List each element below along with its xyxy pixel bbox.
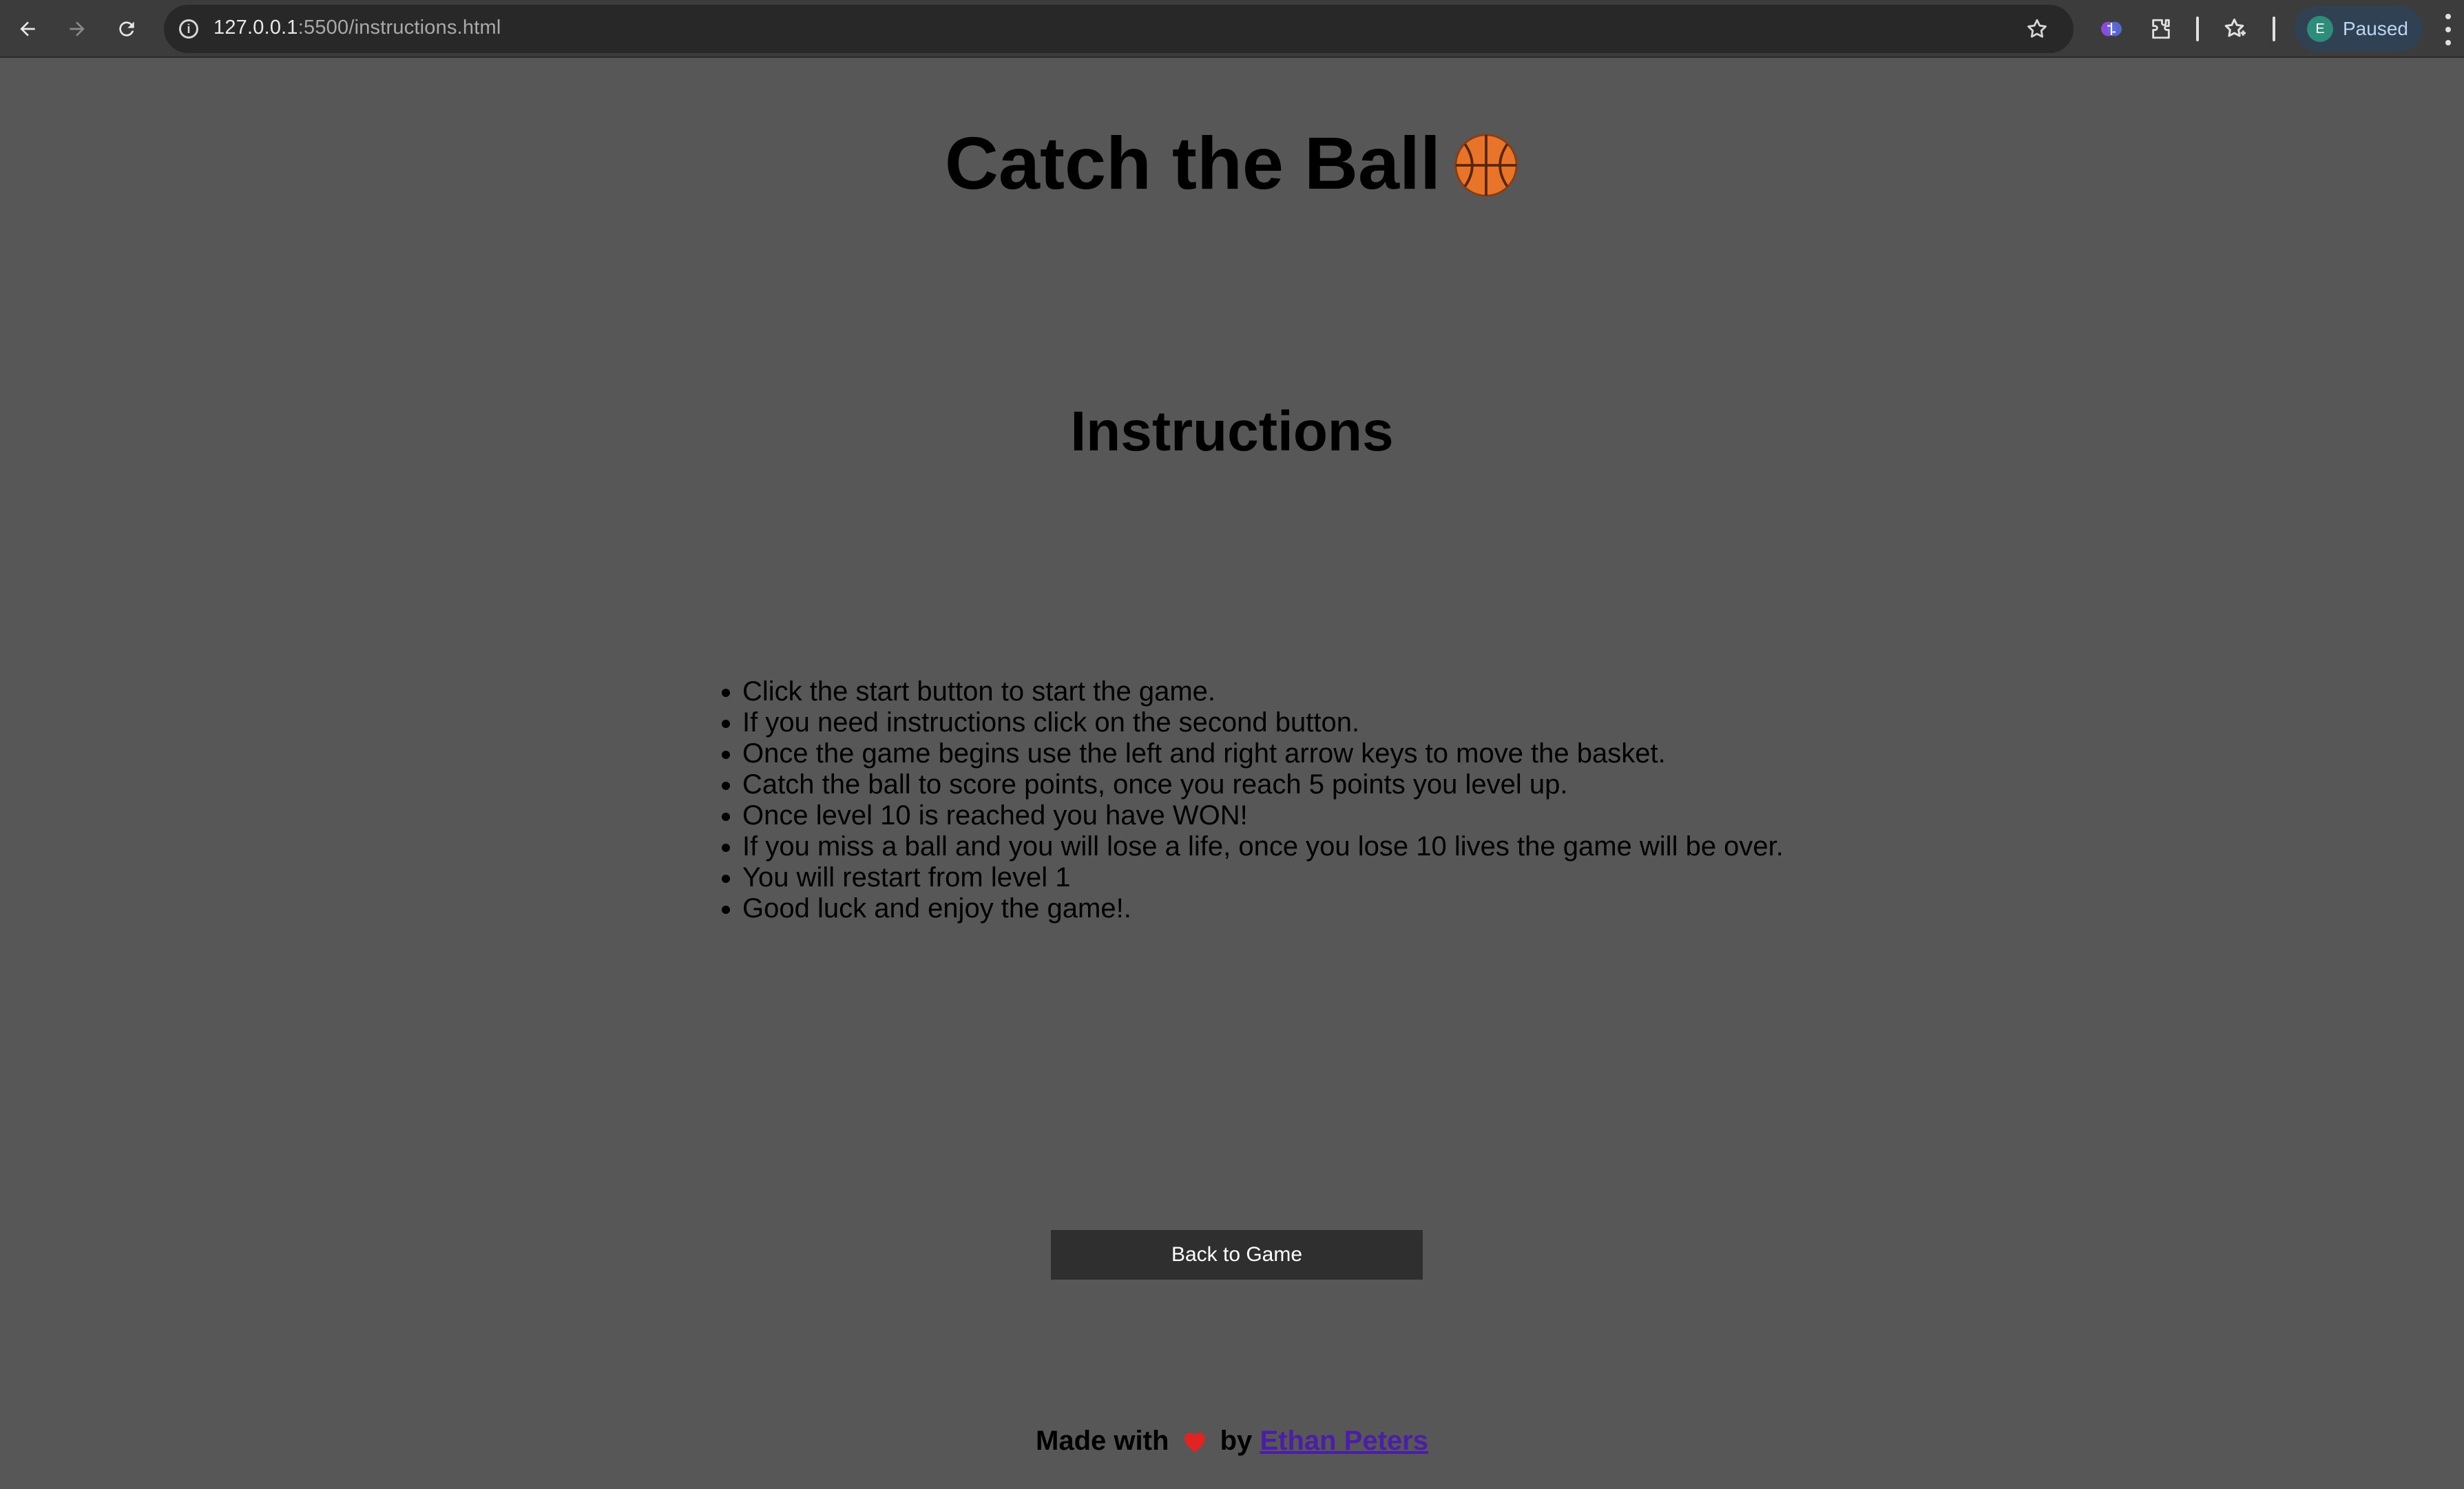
url-text[interactable]: 127.0.0.1:5500/instructions.html (213, 17, 501, 39)
instructions-list: Click the start button to start the game… (722, 676, 1913, 924)
heart-icon (1181, 1428, 1209, 1454)
bookmarks-star-icon[interactable] (2217, 11, 2253, 47)
bookmark-star-icon[interactable] (2021, 13, 2053, 45)
list-item: If you miss a ball and you will lose a l… (722, 831, 1913, 862)
footer-by: by (1220, 1426, 1253, 1456)
address-bar[interactable]: i 127.0.0.1:5500/instructions.html (164, 5, 2074, 53)
site-info-icon[interactable]: i (175, 15, 202, 43)
footer-made-with: Made with (1036, 1426, 1169, 1456)
list-item: Good luck and enjoy the game!. (722, 893, 1913, 924)
toolbar-divider (2196, 17, 2199, 41)
list-item: Once level 10 is reached you have WON! (722, 800, 1913, 831)
list-item: If you need instructions click on the se… (722, 707, 1913, 738)
list-item: Once the game begins use the left and ri… (722, 738, 1913, 769)
avatar: E (2307, 16, 2333, 42)
page-body: Catch the Ball Instructions Click the st… (0, 59, 2464, 1489)
list-item: Click the start button to start the game… (722, 676, 1913, 707)
extension-brain-icon[interactable] (2094, 11, 2129, 47)
instructions-heading: Instructions (1070, 400, 1394, 463)
url-path: :5500/instructions.html (297, 17, 501, 39)
basketball-icon (1453, 129, 1519, 197)
more-menu-icon[interactable] (2438, 14, 2458, 45)
toolbar-divider (2273, 17, 2275, 41)
page-title-text: Catch the Ball (944, 121, 1441, 205)
url-host: 127.0.0.1 (213, 17, 298, 39)
author-link[interactable]: Ethan Peters (1260, 1426, 1428, 1456)
list-item: Catch the ball to score points, once you… (722, 769, 1913, 800)
profile-status: Paused (2343, 18, 2408, 39)
page-title: Catch the Ball (0, 120, 2464, 206)
browser-toolbar: i 127.0.0.1:5500/instructions.html E Pau… (0, 0, 2464, 58)
back-arrow-icon[interactable] (8, 10, 47, 48)
back-to-game-button[interactable]: Back to Game (1051, 1230, 1423, 1280)
reload-icon[interactable] (107, 10, 146, 48)
profile-button[interactable]: E Paused (2295, 6, 2423, 52)
footer: Made with by Ethan Peters (0, 1426, 2464, 1457)
forward-arrow-icon[interactable] (58, 10, 96, 48)
extensions-puzzle-icon[interactable] (2143, 11, 2179, 47)
list-item: You will restart from level 1 (722, 862, 1913, 893)
